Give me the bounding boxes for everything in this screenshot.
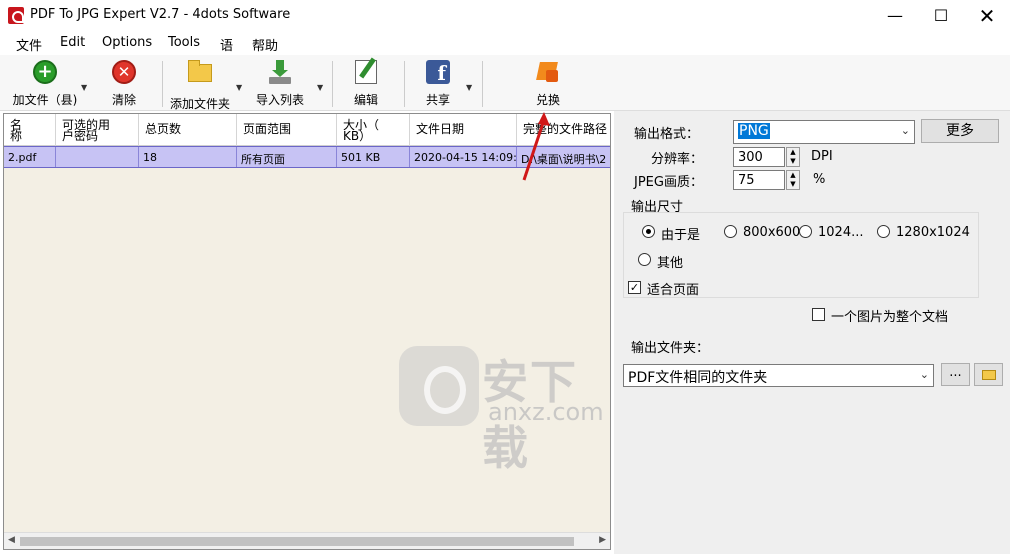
app-icon	[8, 7, 24, 24]
convert-button[interactable]: 兑换	[528, 58, 568, 108]
clear-icon: ✕	[110, 60, 138, 88]
scrollbar-thumb[interactable]	[20, 537, 574, 546]
watermark-subtext: anxz.com	[488, 398, 604, 426]
chevron-down-icon: ⌄	[919, 368, 929, 381]
size-option-1024[interactable]: 1024...	[818, 225, 863, 240]
share-dropdown-icon[interactable]: ▼	[466, 83, 472, 92]
output-format-value: PNG	[738, 123, 770, 139]
output-folder-value: PDF文件相同的文件夹	[628, 370, 768, 386]
resolution-input[interactable]: 300	[733, 147, 785, 167]
size-radio-1280x1024[interactable]	[877, 225, 890, 238]
cell-size: 501 KB	[337, 147, 410, 167]
edit-button[interactable]: 编辑	[344, 58, 388, 108]
share-button[interactable]: f 共享	[416, 58, 460, 108]
single-doc-label[interactable]: 一个图片为整个文档	[831, 306, 948, 325]
menu-help[interactable]: 帮助	[252, 35, 278, 54]
add-icon: +	[31, 60, 59, 88]
output-format-select[interactable]: PNG ⌄	[733, 120, 915, 144]
toolbar-separator	[162, 61, 163, 107]
folder-add-icon	[186, 60, 214, 92]
clear-button[interactable]: ✕ 清除	[104, 58, 144, 108]
add-file-button[interactable]: + 加文件（县)	[12, 58, 78, 108]
edit-icon	[352, 60, 380, 88]
watermark-logo-icon	[399, 346, 479, 426]
column-header-size[interactable]: 大小（ KB）	[337, 114, 410, 146]
menu-edit[interactable]: Edit	[60, 35, 85, 50]
size-option-asis[interactable]: 由于是	[661, 224, 700, 243]
jpeg-quality-unit: %	[813, 172, 826, 187]
chevron-down-icon: ⌄	[900, 124, 910, 137]
cell-name: 2.pdf	[4, 147, 56, 167]
annotation-arrow-icon	[522, 112, 550, 181]
title-bar: PDF To JPG Expert V2.7 - 4dots Software …	[0, 0, 1010, 31]
resolution-stepper[interactable]: ▲ ▼	[786, 147, 800, 167]
close-button[interactable]: ✕	[964, 0, 1010, 31]
folder-icon	[981, 370, 996, 380]
column-header-range[interactable]: 页面范围	[237, 114, 337, 146]
cell-password[interactable]	[56, 147, 139, 167]
column-header-password[interactable]: 可选的用 户密码	[56, 114, 139, 146]
toolbar: + 加文件（县) ▼ ✕ 清除 添加文件夹 ▼ 导入列表 ▼ 编辑 f 共享 ▼…	[0, 55, 1010, 111]
output-folder-select[interactable]: PDF文件相同的文件夹 ⌄	[623, 364, 934, 387]
open-folder-button[interactable]	[974, 363, 1003, 386]
resolution-unit: DPI	[811, 149, 833, 164]
fit-page-checkbox[interactable]: ✓	[628, 281, 641, 294]
toolbar-separator	[482, 61, 483, 107]
convert-icon	[534, 60, 562, 88]
fit-page-label[interactable]: 适合页面	[647, 279, 699, 298]
more-button[interactable]: 更多	[921, 119, 999, 143]
maximize-button[interactable]: ☐	[918, 0, 964, 31]
size-radio-800x600[interactable]	[724, 225, 737, 238]
import-list-button[interactable]: 导入列表	[252, 58, 308, 108]
horizontal-scrollbar[interactable]: ◀ ▶	[4, 532, 610, 549]
cell-pages: 18	[139, 147, 237, 167]
menu-tools[interactable]: Tools	[168, 35, 200, 50]
output-folder-label: 输出文件夹：	[631, 341, 710, 356]
add-file-dropdown-icon[interactable]: ▼	[81, 83, 87, 92]
cell-date: 2020-04-15 14:09:05	[410, 147, 517, 167]
facebook-icon: f	[424, 60, 452, 88]
size-option-other[interactable]: 其他	[657, 252, 683, 271]
size-option-1280x1024[interactable]: 1280x1024	[896, 225, 970, 240]
single-doc-checkbox[interactable]	[812, 308, 825, 321]
add-folder-dropdown-icon[interactable]: ▼	[236, 83, 242, 92]
scroll-left-icon[interactable]: ◀	[8, 535, 15, 545]
cell-range[interactable]: 所有页面	[237, 147, 337, 167]
column-header-date[interactable]: 文件日期	[410, 114, 517, 146]
jpeg-quality-stepper[interactable]: ▲ ▼	[786, 170, 800, 190]
size-radio-other[interactable]	[638, 253, 651, 266]
browse-button[interactable]: ...	[941, 363, 970, 386]
import-list-dropdown-icon[interactable]: ▼	[317, 83, 323, 92]
window-title: PDF To JPG Expert V2.7 - 4dots Software	[30, 7, 291, 22]
toolbar-separator	[404, 61, 405, 107]
menu-options[interactable]: Options	[102, 35, 152, 50]
menu-language[interactable]: 语	[220, 35, 233, 54]
size-option-800x600[interactable]: 800x600	[743, 225, 800, 240]
size-radio-asis[interactable]	[642, 225, 655, 238]
size-radio-1024[interactable]	[799, 225, 812, 238]
output-format-label: 输出格式：	[634, 127, 700, 142]
resolution-label: 分辨率：	[651, 152, 704, 167]
menu-bar: 文件 Edit Options Tools 语 帮助	[0, 31, 1010, 55]
add-folder-button[interactable]: 添加文件夹	[168, 58, 232, 112]
toolbar-separator	[332, 61, 333, 107]
import-icon	[266, 60, 294, 88]
column-header-name[interactable]: 名 称	[4, 114, 56, 146]
jpeg-quality-label: JPEG画质：	[634, 175, 703, 190]
scroll-right-icon[interactable]: ▶	[599, 535, 606, 545]
minimize-button[interactable]: —	[872, 0, 918, 31]
jpeg-quality-input[interactable]: 75	[733, 170, 785, 190]
menu-file[interactable]: 文件	[16, 35, 42, 54]
column-header-pages[interactable]: 总页数	[139, 114, 237, 146]
